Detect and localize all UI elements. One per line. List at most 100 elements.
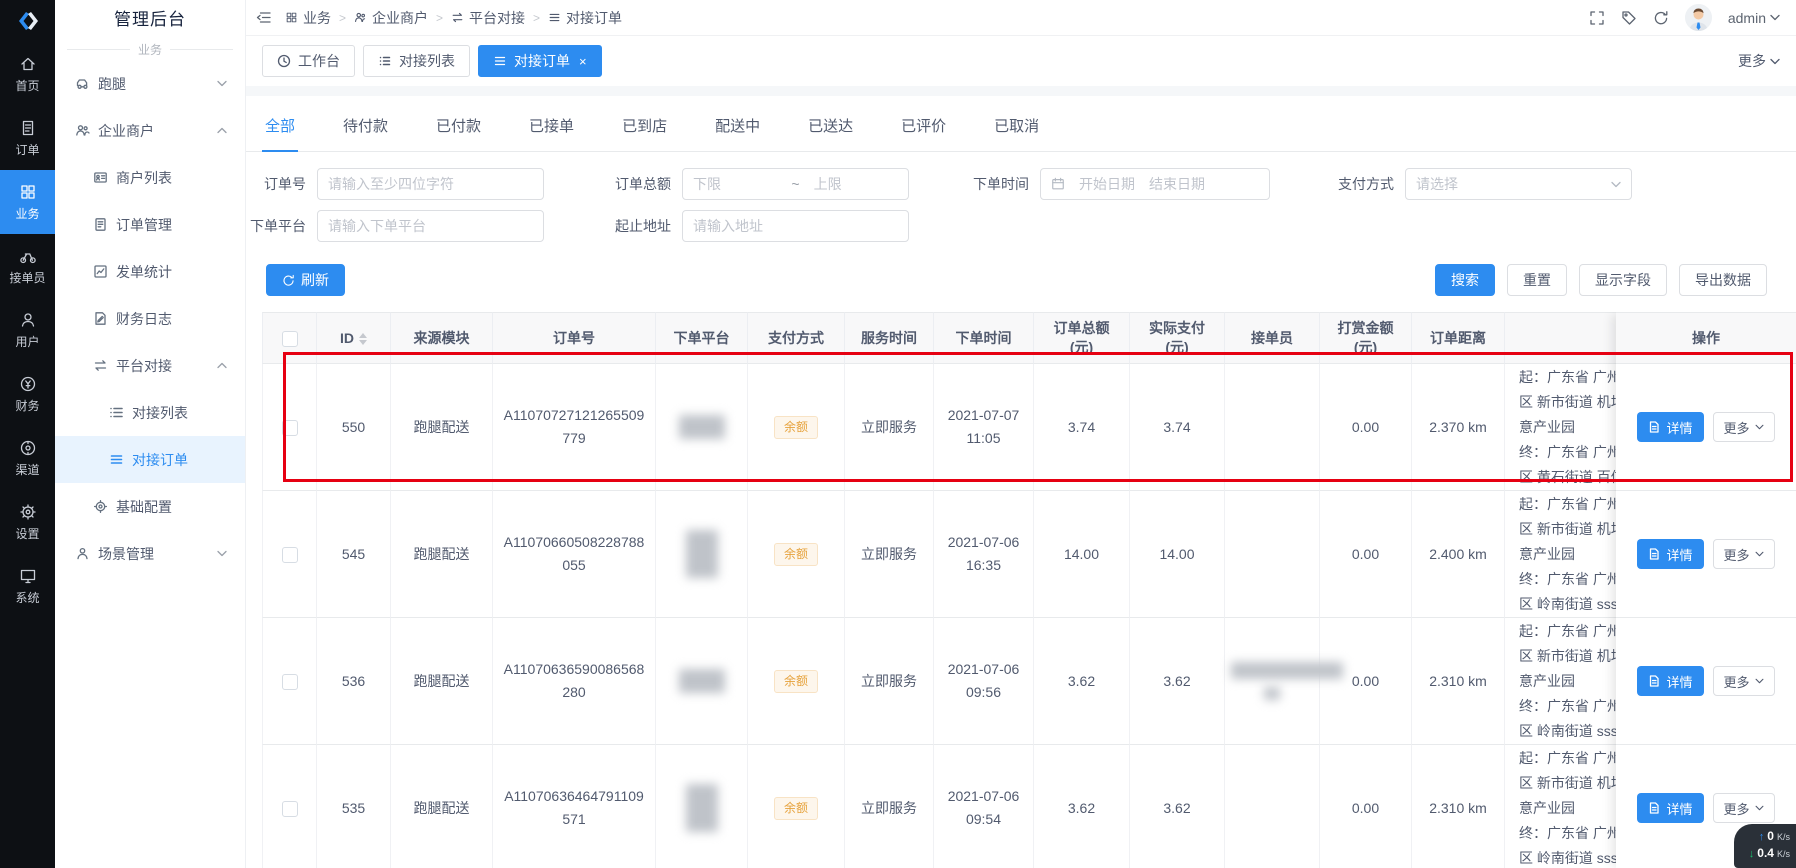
rail-item-orders[interactable]: 订单 [0, 106, 55, 170]
status-tab-paid[interactable]: 已付款 [433, 115, 484, 151]
reset-button[interactable]: 重置 [1507, 264, 1567, 296]
rail-item-channel[interactable]: 渠道 [0, 426, 55, 490]
sidebar-item-order-management[interactable]: 订单管理 [55, 201, 245, 248]
row-more-button[interactable]: 更多 [1713, 412, 1775, 442]
person-icon [75, 546, 90, 561]
sort-icon[interactable] [359, 333, 367, 345]
rail-item-business[interactable]: 业务 [0, 170, 55, 234]
header-select-all [262, 312, 317, 364]
status-tab-reviewed[interactable]: 已评价 [898, 115, 949, 151]
rail-item-system[interactable]: 系统 [0, 554, 55, 618]
tab-close-icon[interactable]: × [579, 54, 587, 69]
detail-button[interactable]: 详情 [1637, 666, 1703, 696]
breadcrumb-item-platform-connect[interactable]: 平台对接 [451, 8, 525, 28]
rail-item-settings[interactable]: 设置 [0, 490, 55, 554]
sidebar-item-platform-connect[interactable]: 平台对接 [55, 342, 245, 389]
rail-item-finance[interactable]: 财务 [0, 362, 55, 426]
blurred-platform [686, 784, 718, 832]
select-all-checkbox[interactable] [282, 331, 298, 347]
sidebar-item-errand[interactable]: 跑腿 [55, 60, 245, 107]
breadcrumb-item-enterprise-merchant[interactable]: 企业商户 [354, 8, 428, 28]
sidebar-item-connect-orders[interactable]: 对接订单 [55, 436, 245, 483]
rail-item-courier[interactable]: 接单员 [0, 234, 55, 298]
theme-tag-icon[interactable] [1621, 10, 1637, 26]
status-tab-delivering[interactable]: 配送中 [712, 115, 763, 151]
calendar-icon [1051, 177, 1065, 191]
orders-table: ID 来源模块 订单号 下单平台 支付方式 服务时间 下单时间 订单总额 (元)… [262, 312, 1796, 868]
order-total-range-input[interactable]: 下限 ~ 上限 [682, 168, 909, 200]
status-tab-unpaid[interactable]: 待付款 [340, 115, 391, 151]
search-button[interactable]: 搜索 [1435, 264, 1495, 296]
order-no-input[interactable] [317, 168, 544, 200]
export-button[interactable]: 导出数据 [1679, 264, 1767, 296]
status-tab-arrived[interactable]: 已到店 [619, 115, 670, 151]
doc-icon [1648, 548, 1660, 560]
rail-item-home[interactable]: 首页 [0, 42, 55, 106]
sidebar-item-merchant-list[interactable]: 商户列表 [55, 154, 245, 201]
order-time-range-picker[interactable]: 开始日期 结束日期 [1040, 168, 1270, 200]
status-tab-cancelled[interactable]: 已取消 [991, 115, 1042, 151]
platform-input[interactable] [317, 210, 544, 242]
sidebar-item-label: 财务日志 [116, 309, 172, 329]
sidebar-collapse-icon[interactable] [256, 11, 271, 24]
row-checkbox[interactable] [282, 420, 298, 436]
row-more-button[interactable]: 更多 [1713, 539, 1775, 569]
row-actions: 详情更多 [1616, 618, 1796, 745]
sidebar-item-dispatch-stats[interactable]: 发单统计 [55, 248, 245, 295]
list-icon [109, 405, 124, 420]
sidebar-item-connect-list[interactable]: 对接列表 [55, 389, 245, 436]
tab-connect-list[interactable]: 对接列表 [363, 45, 470, 77]
header-id[interactable]: ID [317, 312, 391, 364]
user-menu[interactable]: admin [1728, 10, 1780, 26]
row-checkbox[interactable] [282, 801, 298, 817]
breadcrumb-item-connect-orders[interactable]: 对接订单 [548, 8, 622, 28]
row-more-button[interactable]: 更多 [1713, 666, 1775, 696]
avatar[interactable] [1685, 4, 1712, 31]
status-tab-all[interactable]: 全部 [262, 115, 298, 151]
monitor-icon [19, 567, 37, 585]
refresh-button[interactable]: 刷新 [266, 264, 345, 296]
page-tabbar: 工作台 对接列表 对接订单 × 更多 [246, 36, 1796, 86]
detail-button[interactable]: 详情 [1637, 539, 1703, 569]
app-logo[interactable] [0, 0, 55, 42]
show-fields-button[interactable]: 显示字段 [1579, 264, 1667, 296]
primary-nav-rail: 首页 订单 业务 接单员 用户 财务 渠道 设置 [0, 0, 55, 868]
header-platform: 下单平台 [656, 312, 748, 364]
header-total: 订单总额 (元) [1034, 312, 1130, 364]
row-checkbox[interactable] [282, 674, 298, 690]
status-tab-accepted[interactable]: 已接单 [526, 115, 577, 151]
pay-method-tag: 余额 [774, 670, 818, 693]
sidebar-item-finance-log[interactable]: 财务日志 [55, 295, 245, 342]
tab-connect-orders[interactable]: 对接订单 × [478, 45, 602, 77]
network-speed-badge[interactable]: ↑0K/s ↓0.4K/s [1734, 824, 1796, 868]
header-distance: 订单距离 [1412, 312, 1505, 364]
orders-table-wrap: ID 来源模块 订单号 下单平台 支付方式 服务时间 下单时间 订单总额 (元)… [262, 312, 1796, 868]
rail-item-users[interactable]: 用户 [0, 298, 55, 362]
detail-button[interactable]: 详情 [1637, 412, 1703, 442]
tabbar-more-button[interactable]: 更多 [1738, 51, 1780, 71]
fullscreen-icon[interactable] [1589, 10, 1605, 26]
refresh-icon[interactable] [1653, 10, 1669, 26]
table-body: 550跑腿配送A11070727121265509779余额立即服务2021-0… [262, 364, 1796, 868]
topbar: 业务 > 企业商户 > 平台对接 > 对接订单 [246, 0, 1796, 36]
sidebar-item-enterprise-merchant[interactable]: 企业商户 [55, 107, 245, 154]
home-icon [19, 55, 37, 73]
detail-button[interactable]: 详情 [1637, 793, 1703, 823]
sidebar-item-base-config[interactable]: 基础配置 [55, 483, 245, 530]
filter-address: 起止地址 [611, 210, 909, 242]
header-tip: 打赏金额 (元) [1320, 312, 1412, 364]
row-checkbox[interactable] [282, 547, 298, 563]
status-tab-delivered[interactable]: 已送达 [805, 115, 856, 151]
filter-pay-method: 支付方式 请选择 [1334, 168, 1632, 200]
breadcrumb-item-business[interactable]: 业务 [285, 8, 331, 28]
refresh-icon [282, 274, 295, 287]
address-input[interactable] [682, 210, 909, 242]
sidebar-item-scene-management[interactable]: 场景管理 [55, 530, 245, 577]
blurred-platform [679, 669, 725, 693]
tab-workbench[interactable]: 工作台 [262, 45, 355, 77]
id-card-icon [93, 170, 108, 185]
row-actions: 详情更多 [1616, 364, 1796, 491]
pay-method-select[interactable]: 请选择 [1405, 168, 1632, 200]
chevron-down-icon [1611, 181, 1621, 188]
row-more-button[interactable]: 更多 [1713, 793, 1775, 823]
